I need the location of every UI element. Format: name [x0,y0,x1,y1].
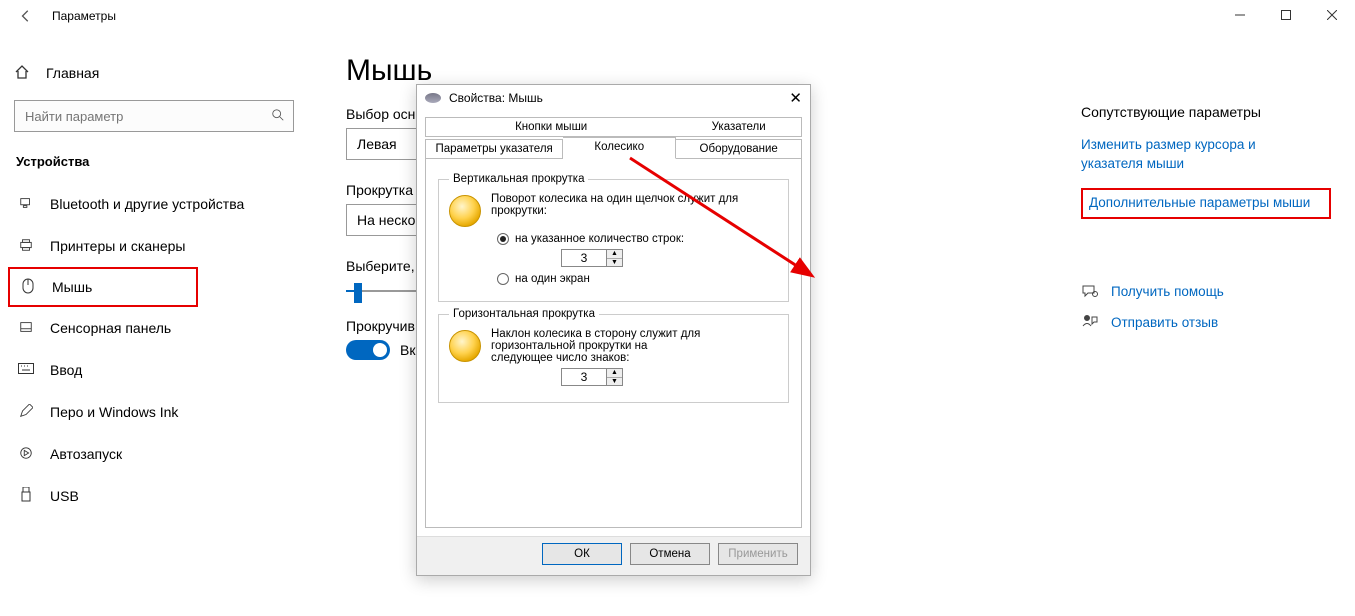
dialog-icon [425,93,441,103]
tab-hardware[interactable]: Оборудование [676,139,802,159]
mouse-properties-dialog: Свойства: Мышь ✕ Кнопки мыши Указатели П… [416,84,811,576]
hscroll-desc: Наклон колесика в сторону служит для гор… [491,328,711,364]
mouse-icon [18,278,38,297]
lines-spinbox-input[interactable] [562,250,606,266]
wheel-icon [449,330,481,362]
sidebar-item-usb[interactable]: USB [14,475,294,517]
combo-value: Левая [357,136,397,152]
slider-thumb[interactable] [354,283,362,303]
sidebar-item-label: Принтеры и сканеры [50,238,185,254]
radio-screen[interactable] [497,273,509,285]
link-text: указателя мыши [1081,156,1184,171]
minimize-button[interactable] [1217,0,1263,30]
chars-spinbox-input[interactable] [562,369,606,385]
sidebar-item-pen[interactable]: Перо и Windows Ink [14,391,294,433]
ok-button[interactable]: ОК [542,543,622,565]
vscroll-legend: Вертикальная прокрутка [449,173,588,185]
sidebar-item-label: Ввод [50,362,82,378]
horizontal-scroll-group: Горизонтальная прокрутка Наклон колесика… [438,308,789,403]
tab-buttons[interactable]: Кнопки мыши [425,117,676,137]
link-text: Изменить размер курсора и [1081,137,1256,152]
link-text[interactable]: Получить помощь [1111,283,1224,302]
wheel-icon [449,195,481,227]
maximize-button[interactable] [1263,0,1309,30]
sidebar-item-printers[interactable]: Принтеры и сканеры [14,225,294,267]
touchpad-icon [16,320,36,337]
usb-icon [16,487,36,506]
related-link-additional-mouse[interactable]: Дополнительные параметры мыши [1081,188,1331,219]
combo-value: На неско [357,212,415,228]
search-input-container[interactable] [14,100,294,132]
dialog-title: Свойства: Мышь [449,91,543,105]
sidebar-item-label: Bluetooth и другие устройства [50,196,244,212]
lines-spinbox[interactable]: ▲▼ [561,249,623,267]
radio-lines-label: на указанное количество строк: [515,233,684,245]
feedback-link[interactable]: Отправить отзыв [1081,314,1331,333]
pen-icon [16,404,36,421]
search-icon [271,108,285,125]
link-text[interactable]: Отправить отзыв [1111,314,1218,333]
sidebar-group-title: Устройства [16,154,320,169]
tab-wheel[interactable]: Колесико [563,137,676,159]
related-heading: Сопутствующие параметры [1081,104,1331,120]
autoplay-icon [16,446,36,463]
radio-lines[interactable] [497,233,509,245]
get-help-link[interactable]: Получить помощь [1081,283,1331,302]
toggle-knob [373,343,387,357]
dialog-close-button[interactable]: ✕ [772,89,802,107]
close-button[interactable] [1309,0,1355,30]
related-link-cursor-size[interactable]: Изменить размер курсора и указателя мыши [1081,136,1331,174]
sidebar-item-typing[interactable]: Ввод [14,349,294,391]
spin-up[interactable]: ▲ [607,250,622,259]
inactive-scroll-toggle[interactable] [346,340,390,360]
search-input[interactable] [23,108,271,125]
keyboard-icon [16,363,36,378]
sidebar-item-touchpad[interactable]: Сенсорная панель [14,307,294,349]
spin-up[interactable]: ▲ [607,369,622,378]
tab-pointers[interactable]: Указатели [676,117,802,137]
back-button[interactable] [12,2,40,30]
printer-icon [16,238,36,255]
vertical-scroll-group: Вертикальная прокрутка Поворот колесика … [438,173,789,302]
radio-lines-row[interactable]: на указанное количество строк: [497,233,778,245]
radio-screen-row[interactable]: на один экран [497,273,778,285]
feedback-icon [1081,314,1099,333]
sidebar-item-label: Мышь [52,279,92,295]
sidebar-home-label: Главная [46,65,99,81]
bluetooth-icon [16,196,36,213]
spin-down[interactable]: ▼ [607,259,622,267]
sidebar-home[interactable]: Главная [14,52,320,94]
toggle-state-text: Вк [400,342,415,358]
cancel-button[interactable]: Отмена [630,543,710,565]
sidebar-item-mouse[interactable]: Мышь [8,267,198,307]
page-title: Мышь [346,54,1046,88]
radio-screen-label: на один экран [515,273,590,285]
sidebar-item-label: Автозапуск [50,446,122,462]
apply-button[interactable]: Применить [718,543,798,565]
tab-pointer-options[interactable]: Параметры указателя [425,139,563,159]
link-text: Дополнительные параметры мыши [1089,195,1310,210]
home-icon [14,64,32,83]
window-title: Параметры [52,9,116,23]
sidebar-item-bluetooth[interactable]: Bluetooth и другие устройства [14,183,294,225]
vscroll-desc: Поворот колесика на один щелчок служит д… [491,193,778,227]
sidebar-item-label: USB [50,488,79,504]
chars-spinbox[interactable]: ▲▼ [561,368,623,386]
sidebar-item-label: Сенсорная панель [50,320,171,336]
sidebar-item-autoplay[interactable]: Автозапуск [14,433,294,475]
help-icon [1081,283,1099,302]
hscroll-legend: Горизонтальная прокрутка [449,308,599,320]
spin-down[interactable]: ▼ [607,378,622,386]
sidebar-item-label: Перо и Windows Ink [50,404,178,420]
